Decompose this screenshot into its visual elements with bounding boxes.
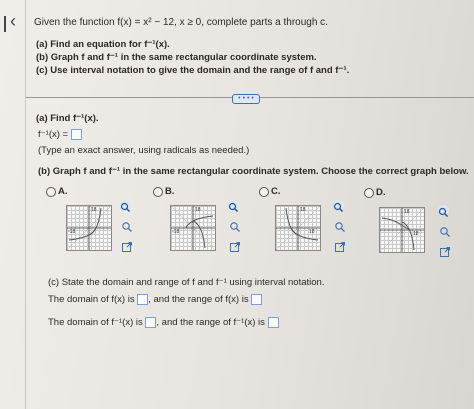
option-b-graph: 18 -18 bbox=[170, 205, 216, 251]
option-d-graph: 18 18 bbox=[379, 207, 425, 253]
domain-finv-label: The domain of f⁻¹(x) is bbox=[48, 317, 143, 329]
option-d-radio[interactable] bbox=[364, 188, 374, 198]
option-d-label: D. bbox=[376, 187, 386, 198]
option-b-zoom-in-icon[interactable] bbox=[228, 200, 239, 212]
domain-f-label: The domain of f(x) is bbox=[48, 294, 135, 306]
domain-range-f-row: The domain of f(x) is , and the range of… bbox=[48, 294, 263, 306]
option-c-label: C. bbox=[271, 186, 281, 197]
left-divider bbox=[25, 0, 26, 409]
option-c-tick-x: 18 bbox=[309, 229, 315, 235]
option-a-external-link-icon[interactable] bbox=[121, 240, 133, 252]
option-d-tick-x: 18 bbox=[413, 231, 419, 237]
part-a-instruction: (a) Find an equation for f⁻¹(x). bbox=[36, 39, 170, 50]
option-a-radio[interactable] bbox=[46, 187, 56, 197]
section-c-heading: (c) State the domain and range of f and … bbox=[48, 277, 325, 288]
part-c-instruction: (c) Use interval notation to give the do… bbox=[36, 65, 350, 76]
domain-f-input[interactable] bbox=[137, 294, 149, 305]
option-b-tick-y: 18 bbox=[195, 207, 201, 213]
option-d-zoom-out-icon[interactable] bbox=[439, 225, 451, 237]
option-b-external-link-icon[interactable] bbox=[229, 240, 241, 252]
option-d-zoom-in-icon[interactable] bbox=[438, 205, 449, 217]
option-c-zoom-out-icon[interactable] bbox=[334, 220, 346, 232]
range-finv-input[interactable] bbox=[267, 317, 279, 328]
option-a-zoom-in-icon[interactable] bbox=[120, 200, 131, 212]
part-b-instruction: (b) Graph f and f⁻¹ in the same rectangu… bbox=[36, 52, 317, 63]
option-a-zoom-out-icon[interactable] bbox=[121, 220, 133, 232]
domain-finv-input[interactable] bbox=[145, 317, 157, 328]
section-b-heading: (b) Graph f and f⁻¹ in the same rectangu… bbox=[38, 166, 469, 177]
inverse-answer-row: f⁻¹(x) = bbox=[38, 129, 82, 140]
section-a-heading: (a) Find f⁻¹(x). bbox=[36, 113, 99, 124]
inverse-answer-label: f⁻¹(x) = bbox=[38, 129, 69, 141]
option-a-tick-y: 18 bbox=[91, 207, 97, 213]
option-a-label: A. bbox=[58, 186, 68, 197]
option-c-tick-y: 18 bbox=[300, 207, 306, 213]
problem-intro: Given the function f(x) = x² − 12, x ≥ 0… bbox=[34, 17, 328, 28]
option-c-radio[interactable] bbox=[259, 187, 269, 197]
option-b-radio[interactable] bbox=[153, 187, 163, 197]
range-f-input[interactable] bbox=[251, 294, 263, 305]
section-a-hint: (Type an exact answer, using radicals as… bbox=[38, 145, 250, 156]
option-d-external-link-icon[interactable] bbox=[439, 245, 451, 257]
option-d-tick-y: 18 bbox=[404, 209, 410, 215]
option-b-tick-x: -18 bbox=[172, 229, 180, 235]
option-c-zoom-in-icon[interactable] bbox=[333, 200, 344, 212]
more-button[interactable]: • • • • bbox=[232, 94, 260, 104]
option-c-external-link-icon[interactable] bbox=[334, 240, 346, 252]
domain-range-finv-row: The domain of f⁻¹(x) is , and the range … bbox=[48, 317, 279, 328]
range-f-label: , and the range of f(x) is bbox=[148, 294, 249, 306]
option-b-label: B. bbox=[165, 186, 175, 197]
option-b-zoom-out-icon[interactable] bbox=[229, 220, 241, 232]
option-a-tick-x: -18 bbox=[68, 229, 76, 235]
option-c-graph: 18 18 bbox=[275, 205, 321, 251]
page: ‹ Given the function f(x) = x² − 12, x ≥… bbox=[0, 0, 474, 409]
inverse-answer-input[interactable] bbox=[70, 129, 82, 140]
option-a-graph: 18 -18 bbox=[66, 205, 112, 251]
range-finv-label: , and the range of f⁻¹(x) is bbox=[156, 317, 265, 329]
